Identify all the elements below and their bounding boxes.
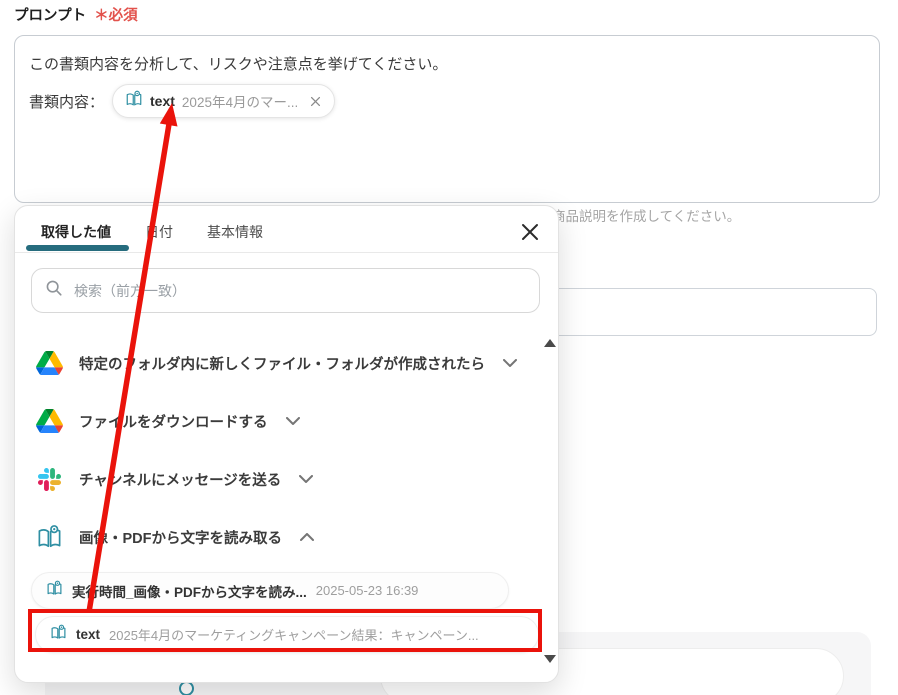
slack-icon	[35, 467, 63, 491]
tab-date[interactable]: 日付	[145, 222, 173, 242]
prompt-inline-row: 書類内容： text 2025年4月のマー...	[29, 84, 336, 118]
sub-item-value: 2025-05-23 16:39	[315, 583, 419, 598]
variable-chip-name: text	[150, 93, 175, 109]
prompt-field-label-row: プロンプト ＊必須	[14, 4, 138, 25]
list-item-ocr-read[interactable]: 画像・PDFから文字を読み取る	[15, 508, 535, 566]
ocr-book-icon	[125, 90, 143, 112]
prompt-field-label: プロンプト	[14, 8, 87, 24]
prompt-textarea[interactable]: この書類内容を分析して、リスクや注意点を挙げてください。 書類内容： text …	[14, 35, 880, 203]
required-badge: ＊必須	[94, 8, 138, 24]
chevron-down-icon[interactable]	[299, 475, 314, 483]
ocr-book-icon	[46, 580, 63, 602]
screen: プロンプト ＊必須 この書類内容を分析して、リスクや注意点を挙げてください。 書類…	[0, 0, 898, 695]
ocr-book-icon	[50, 624, 67, 646]
chevron-down-icon[interactable]	[503, 359, 517, 367]
list-item-label: 特定のフォルダ内に新しくファイル・フォルダが作成されたら	[79, 356, 485, 373]
list-item-drive-download[interactable]: ファイルをダウンロードする	[15, 392, 535, 450]
scrollbar-down-arrow[interactable]	[544, 655, 556, 663]
variable-picker-modal: 取得した値 日付 基本情報 検索（前方一致） 特定のフォルダ内に新しくファイル・…	[14, 205, 559, 683]
sub-item-name: 実行時間_画像・PDFから文字を読み...	[72, 584, 307, 600]
search-box	[31, 268, 540, 313]
sub-item-execution-time[interactable]: 実行時間_画像・PDFから文字を読み... 2025-05-23 16:39	[31, 572, 509, 609]
list-item-slack-message[interactable]: チャンネルにメッセージを送る	[15, 450, 535, 508]
tabs-divider	[15, 252, 558, 253]
chip-close-icon[interactable]	[309, 95, 322, 108]
list-item-label: 画像・PDFから文字を読み取る	[79, 530, 282, 547]
active-tab-underline	[26, 245, 129, 251]
scrollbar-up-arrow[interactable]	[544, 339, 556, 347]
variable-chip-preview: 2025年4月のマー...	[181, 95, 299, 110]
search-input[interactable]	[72, 281, 526, 300]
ocr-book-icon	[35, 524, 63, 551]
list-item-label: ファイルをダウンロードする	[79, 414, 268, 431]
modal-tabs: 取得した値 日付 基本情報	[41, 222, 263, 242]
modal-close-icon[interactable]	[518, 220, 542, 244]
tab-retrieved-values[interactable]: 取得した値	[41, 222, 111, 242]
hidden-chip-icon-peek	[179, 681, 194, 695]
search-icon	[45, 279, 63, 302]
list-item-label: チャンネルにメッセージを送る	[79, 472, 282, 489]
list-item-drive-trigger[interactable]: 特定のフォルダ内に新しくファイル・フォルダが作成されたら	[15, 334, 535, 392]
sub-item-value: 2025年4月のマーケティングキャンペーン結果：キャンペーン...	[109, 628, 479, 643]
helper-text: 商品説明を作成してください。	[552, 209, 741, 224]
google-drive-icon	[35, 409, 63, 433]
prompt-inline-label: 書類内容：	[29, 93, 105, 111]
chevron-up-icon[interactable]	[300, 533, 314, 541]
sub-item-name: text	[76, 627, 101, 642]
prompt-text-line: この書類内容を分析して、リスクや注意点を挙げてください。	[29, 56, 448, 73]
google-drive-icon	[35, 351, 63, 375]
tab-basic-info[interactable]: 基本情報	[207, 222, 263, 242]
sub-item-text[interactable]: text 2025年4月のマーケティングキャンペーン結果：キャンペーン...	[35, 616, 539, 653]
chevron-down-icon[interactable]	[285, 417, 300, 425]
variable-chip[interactable]: text 2025年4月のマー...	[112, 84, 336, 118]
